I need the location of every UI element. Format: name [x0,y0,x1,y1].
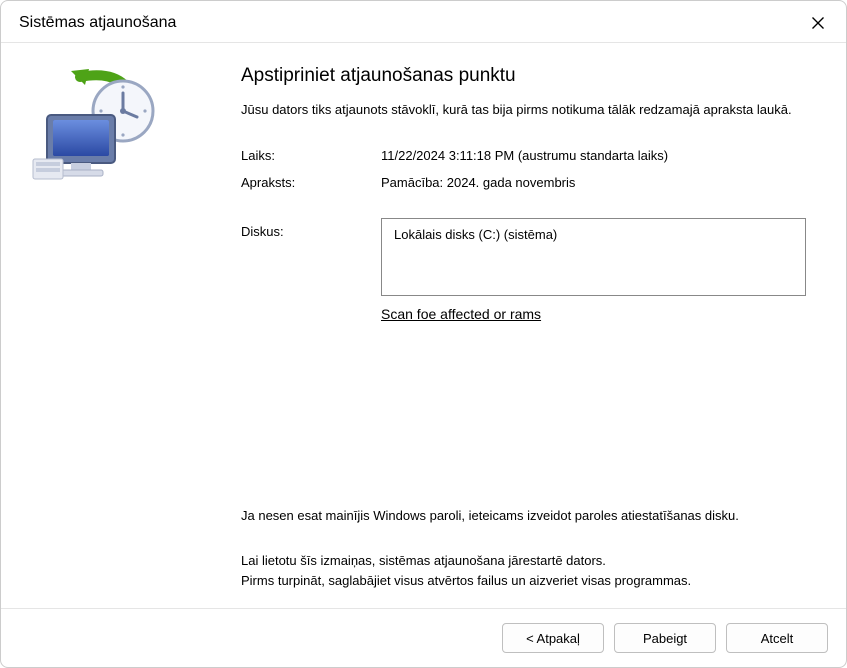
description-row: Apraksts: Pamācība: 2024. gada novembris [241,175,806,190]
drives-row: Diskus: Lokālais disks (C:) (sistēma) [241,218,806,296]
password-note: Ja nesen esat mainījis Windows paroli, i… [241,506,806,526]
description-value: Pamācība: 2024. gada novembris [381,175,806,190]
page-subtext: Jūsu dators tiks atjaunots stāvoklī, kur… [241,101,806,120]
titlebar: Sistēmas atjaunošana [1,1,846,43]
dialog-body: Apstipriniet atjaunošanas punktu Jūsu da… [1,43,846,608]
main-content: Apstipriniet atjaunošanas punktu Jūsu da… [231,43,846,608]
restart-note-line2: Pirms turpināt, saglabājiet visus atvērt… [241,571,806,591]
drives-label: Diskus: [241,218,381,239]
cancel-button[interactable]: Atcelt [726,623,828,653]
page-heading: Apstipriniet atjaunošanas punktu [241,65,806,87]
time-value: 11/22/2024 3:11:18 PM (austrumu standart… [381,148,806,163]
finish-button[interactable]: Pabeigt [614,623,716,653]
system-restore-dialog: Sistēmas atjaunošana [0,0,847,668]
description-label: Apraksts: [241,175,381,190]
drives-listbox[interactable]: Lokālais disks (C:) (sistēma) [381,218,806,296]
time-row: Laiks: 11/22/2024 3:11:18 PM (austrumu s… [241,148,806,163]
close-button[interactable] [804,9,832,37]
time-label: Laiks: [241,148,381,163]
drive-item: Lokālais disks (C:) (sistēma) [394,227,793,242]
scan-link-row: Scan foe affected or rams [241,306,806,322]
restart-note: Lai lietotu šīs izmaiņas, sistēmas atjau… [241,551,806,590]
scan-affected-programs-link[interactable]: Scan foe affected or rams [381,306,541,322]
sidebar [1,43,231,608]
window-title: Sistēmas atjaunošana [19,14,176,32]
back-button[interactable]: < Atpakaļ [502,623,604,653]
restart-note-line1: Lai lietotu šīs izmaiņas, sistēmas atjau… [241,551,806,571]
close-icon [811,16,825,30]
system-restore-icon [25,67,165,187]
footer: < Atpakaļ Pabeigt Atcelt [1,608,846,667]
